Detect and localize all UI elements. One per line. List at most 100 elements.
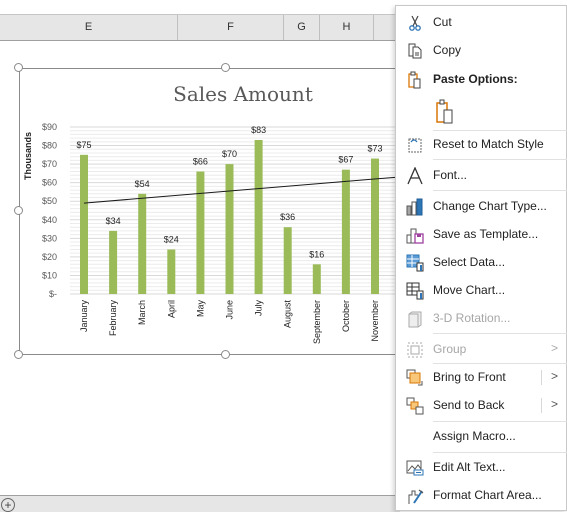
rotation-3d-icon xyxy=(408,311,422,328)
menu-item-save-as-template[interactable]: Save as Template... xyxy=(396,221,567,248)
x-tick-label: June xyxy=(225,300,235,320)
menu-item-label: Change Chart Type... xyxy=(433,199,547,213)
y-tick-label: $50 xyxy=(42,196,57,206)
y-tick-label: $80 xyxy=(42,141,57,151)
menu-item-select-data[interactable]: Select Data... xyxy=(396,249,567,276)
menu-item-group: Group > xyxy=(396,336,567,363)
y-tick-label: $40 xyxy=(42,215,57,225)
menu-separator xyxy=(433,452,567,453)
y-tick-label: $10 xyxy=(42,270,57,280)
menu-item-label: Assign Macro... xyxy=(433,429,516,443)
menu-item-change-chart-type[interactable]: Change Chart Type... xyxy=(396,193,567,220)
data-label[interactable]: $75 xyxy=(76,140,91,150)
data-label[interactable]: $16 xyxy=(309,249,324,259)
data-label[interactable]: $54 xyxy=(135,179,150,189)
paste-icon xyxy=(408,71,421,89)
x-tick-label: April xyxy=(166,300,176,318)
menu-item-3d-rotation: 3-D Rotation... xyxy=(396,305,567,332)
bar-january[interactable] xyxy=(80,154,88,294)
menu-item-label: 3-D Rotation... xyxy=(433,311,511,325)
menu-item-move-chart[interactable]: Move Chart... xyxy=(396,277,567,304)
menu-item-format-chart-area[interactable]: Format Chart Area... xyxy=(396,482,567,509)
add-sheet-button[interactable]: + xyxy=(1,498,15,512)
select-data-icon xyxy=(406,254,424,272)
save-template-icon xyxy=(406,228,424,244)
y-tick-label: $30 xyxy=(42,233,57,243)
menu-item-cut[interactable]: Cut xyxy=(396,9,567,36)
bar-april[interactable] xyxy=(167,249,176,294)
sheet-tab-bar: + xyxy=(0,495,400,512)
data-label[interactable]: $66 xyxy=(193,157,208,167)
menu-separator xyxy=(433,190,567,191)
menu-separator xyxy=(433,159,567,160)
menu-item-label: Select Data... xyxy=(433,255,506,269)
bar-june[interactable] xyxy=(225,164,234,294)
menu-item-label: Bring to Front xyxy=(433,370,506,384)
y-axis-title[interactable]: Thousands xyxy=(23,132,33,180)
menu-separator xyxy=(433,333,567,334)
menu-item-font[interactable]: Font... xyxy=(396,162,567,189)
menu-item-assign-macro[interactable]: Assign Macro... xyxy=(396,423,567,450)
bar-february[interactable] xyxy=(109,230,118,294)
menu-item-label: Cut xyxy=(433,15,452,29)
menu-item-label: Save as Template... xyxy=(433,227,539,241)
paste-keep-format-button[interactable] xyxy=(396,96,567,128)
send-back-icon xyxy=(406,397,424,415)
submenu-arrow-icon[interactable]: > xyxy=(551,397,558,411)
data-label[interactable]: $83 xyxy=(251,125,266,135)
menu-item-label: Format Chart Area... xyxy=(433,488,542,502)
data-label[interactable]: $36 xyxy=(280,212,295,222)
x-tick-label: August xyxy=(283,300,293,329)
sales-chart[interactable]: Sales Amount Thousands $- $10 $20 $30 $40 $50… xyxy=(0,0,400,360)
chart-type-icon xyxy=(406,198,423,216)
menu-item-paste-options: Paste Options: xyxy=(396,66,567,93)
menu-item-bring-to-front[interactable]: Bring to Front > xyxy=(396,364,567,391)
bar-october[interactable] xyxy=(341,169,350,294)
x-tick-label: May xyxy=(195,300,205,318)
data-label[interactable]: $34 xyxy=(106,216,121,226)
y-tick-label: $70 xyxy=(42,159,57,169)
menu-item-copy[interactable]: Copy xyxy=(396,37,567,64)
x-tick-label: March xyxy=(137,300,147,325)
group-icon xyxy=(407,342,423,358)
submenu-arrow-icon: > xyxy=(550,341,558,355)
bar-march[interactable] xyxy=(138,193,147,294)
menu-item-label: Reset to Match Style xyxy=(433,137,544,151)
bar-july[interactable] xyxy=(254,139,263,294)
y-tick-label: $90 xyxy=(42,122,57,132)
data-label[interactable]: $73 xyxy=(367,144,382,154)
y-tick-label: $- xyxy=(49,289,57,299)
data-label[interactable]: $67 xyxy=(338,155,353,165)
alt-text-icon xyxy=(406,460,424,476)
x-tick-label: July xyxy=(254,300,264,317)
bar-september[interactable] xyxy=(312,264,321,294)
menu-item-label: Font... xyxy=(433,168,468,182)
reset-style-icon xyxy=(408,138,422,153)
menu-item-send-to-back[interactable]: Send to Back > xyxy=(396,392,567,419)
data-label[interactable]: $24 xyxy=(164,234,179,244)
data-label[interactable]: $70 xyxy=(222,149,237,159)
menu-item-label: Copy xyxy=(433,43,462,57)
menu-item-label: Move Chart... xyxy=(433,283,506,297)
menu-item-reset-to-match-style[interactable]: Reset to Match Style xyxy=(396,131,567,158)
menu-item-edit-alt-text[interactable]: Edit Alt Text... xyxy=(396,454,567,481)
submenu-arrow-icon[interactable]: > xyxy=(551,369,558,383)
menu-item-label: Paste Options: xyxy=(433,72,518,86)
bar-may[interactable] xyxy=(196,171,205,294)
scissors-icon xyxy=(409,15,421,31)
bar-august[interactable] xyxy=(283,227,292,294)
format-area-icon xyxy=(408,489,424,504)
x-tick-label: October xyxy=(341,300,351,332)
menu-item-label: Send to Back xyxy=(433,398,505,412)
x-tick-label: February xyxy=(108,300,118,337)
x-tick-label: September xyxy=(312,300,322,344)
x-tick-label: January xyxy=(79,300,89,333)
move-chart-icon xyxy=(406,282,424,300)
chart-title[interactable]: Sales Amount xyxy=(173,82,313,106)
font-icon xyxy=(407,167,423,185)
paste-icon xyxy=(436,99,453,124)
menu-item-label: Edit Alt Text... xyxy=(433,460,506,474)
bring-front-icon xyxy=(406,369,423,386)
y-tick-label: $60 xyxy=(42,178,57,188)
menu-separator xyxy=(433,421,567,422)
